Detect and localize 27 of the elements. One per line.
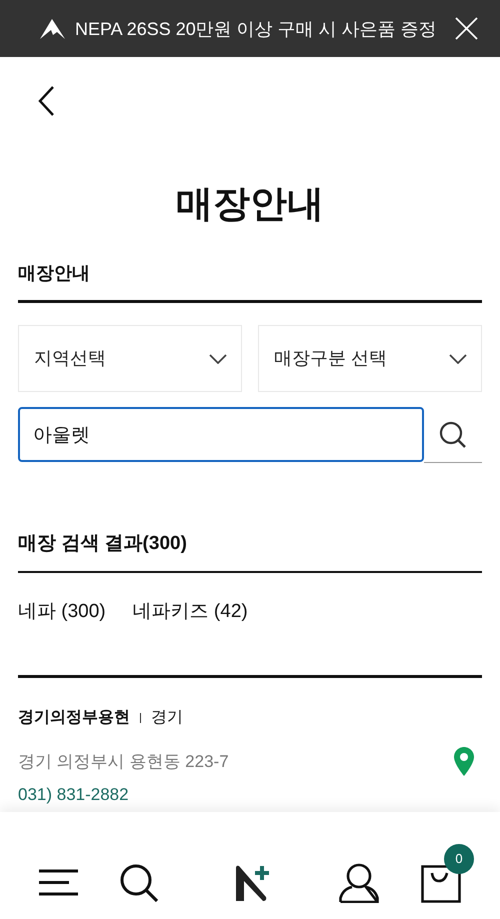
store-name[interactable]: 경기의정부용현 (18, 706, 130, 730)
section-title: 매장안내 (18, 262, 91, 285)
results-title: 매장 검색 결과(300) (18, 532, 188, 556)
page-title: 매장안내 (175, 182, 325, 226)
map-pin-icon[interactable] (454, 747, 474, 776)
cart-count-badge: 0 (444, 844, 474, 874)
store-region: 경기 (151, 708, 183, 728)
shopping-bag-icon[interactable] (421, 865, 461, 903)
chevron-down-icon (209, 354, 227, 364)
user-icon[interactable] (339, 863, 379, 903)
close-icon[interactable] (455, 17, 478, 40)
search-field[interactable]: 아울렛 (18, 407, 424, 462)
promo-banner[interactable]: NEPA 26SS 20만원 이상 구매 시 사은품 증정 (0, 0, 500, 57)
menu-icon[interactable] (39, 869, 78, 896)
brand-tab[interactable]: 네파 (300) (18, 599, 106, 625)
search-icon[interactable] (120, 864, 159, 902)
search-icon (439, 420, 467, 448)
banner-text: NEPA 26SS 20만원 이상 구매 시 사은품 증정 (75, 18, 437, 41)
store-address: 경기 의정부시 용현동 223-7 (18, 750, 229, 773)
chevron-down-icon (449, 354, 467, 364)
select-dropdown[interactable]: 지역선택 (18, 325, 242, 392)
brand-logo-icon[interactable] (233, 864, 271, 902)
back-icon[interactable] (38, 86, 54, 116)
mountain-logo-icon (40, 19, 65, 39)
select-dropdown[interactable]: 매장구분 선택 (258, 325, 482, 392)
brand-tab[interactable]: 네파키즈 (42) (132, 599, 248, 625)
store-phone[interactable]: 031) 831-2882 (18, 784, 482, 806)
